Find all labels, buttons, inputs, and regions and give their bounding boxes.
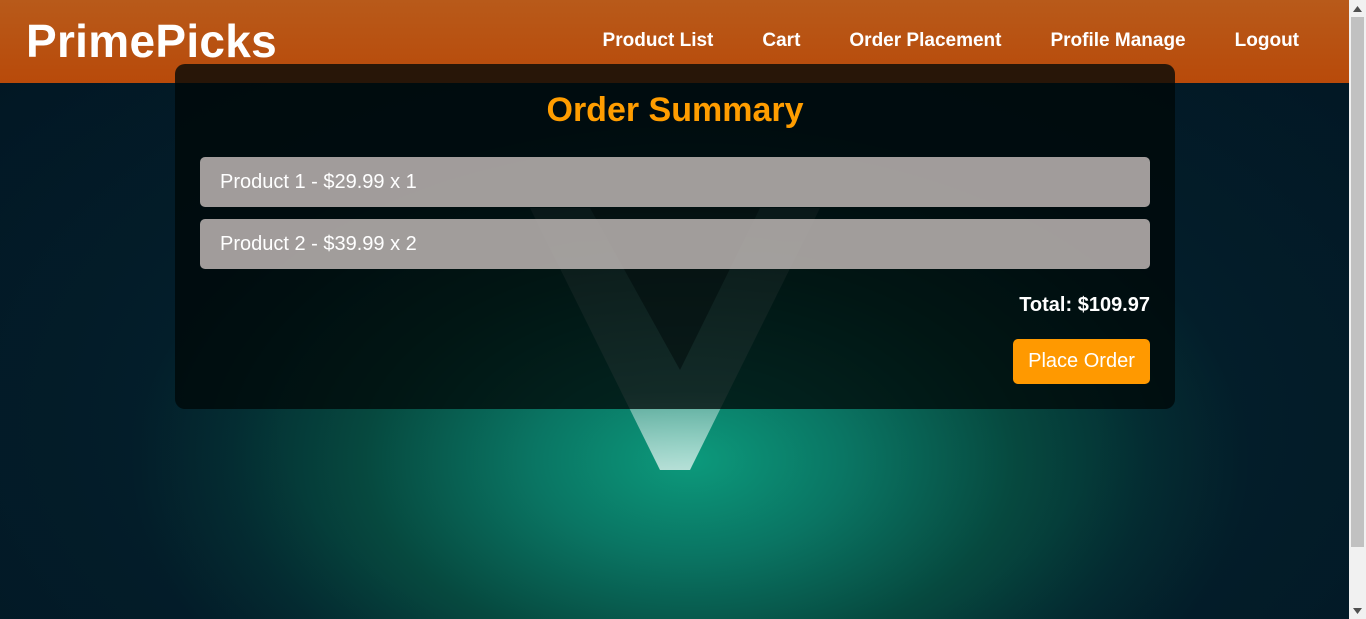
vertical-scrollbar[interactable] (1349, 0, 1366, 619)
nav-logout[interactable]: Logout (1235, 29, 1299, 53)
page-background: PrimePicks Product List Cart Order Place… (0, 0, 1349, 619)
scroll-down-arrow[interactable] (1349, 602, 1366, 619)
order-summary-panel: Order Summary Product 1 - $29.99 x 1 Pro… (175, 64, 1175, 409)
brand-logo[interactable]: PrimePicks (26, 13, 277, 69)
order-item: Product 1 - $29.99 x 1 (200, 157, 1150, 207)
nav-order-placement[interactable]: Order Placement (849, 29, 1001, 53)
scroll-up-arrow[interactable] (1349, 0, 1366, 17)
nav-cart[interactable]: Cart (762, 29, 800, 53)
triangle-down-icon (1353, 607, 1362, 614)
scrollbar-thumb[interactable] (1351, 17, 1364, 547)
order-summary-title: Order Summary (546, 91, 804, 129)
order-item: Product 2 - $39.99 x 2 (200, 219, 1150, 269)
place-order-button[interactable]: Place Order (1013, 339, 1150, 384)
nav-menu: Product List Cart Order Placement Profil… (554, 29, 1299, 53)
nav-product-list[interactable]: Product List (603, 29, 714, 53)
nav-profile-manage[interactable]: Profile Manage (1050, 29, 1185, 53)
triangle-up-icon (1353, 5, 1362, 12)
order-total: Total: $109.97 (1019, 294, 1150, 316)
